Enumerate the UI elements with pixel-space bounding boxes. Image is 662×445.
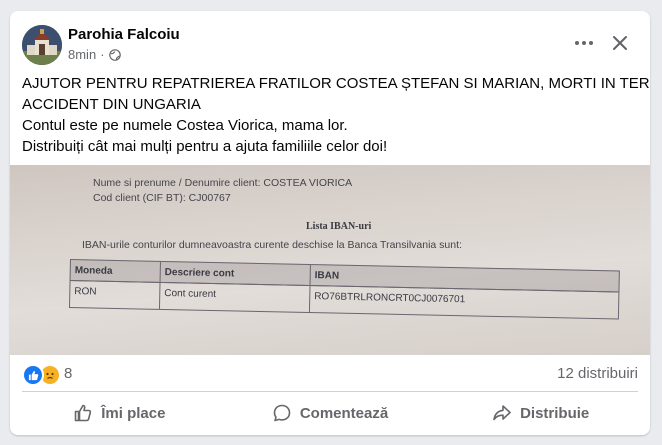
like-icon xyxy=(22,364,44,386)
client-code: Cod client (CIF BT): CJ00767 xyxy=(93,192,231,204)
post-time[interactable]: 8min xyxy=(68,47,96,62)
post-meta: 8min · xyxy=(68,47,121,62)
table-header-cell: Moneda xyxy=(70,260,161,282)
share-label: Distribuie xyxy=(520,404,590,422)
table-cell: RON xyxy=(69,281,161,309)
post-text: AJUTOR PENTRU REPATRIEREA FRATILOR COSTE… xyxy=(22,73,650,157)
iban-table: Moneda Descriere cont IBAN RON Cont cure… xyxy=(68,259,620,327)
iban-list-title: Lista IBAN-uri xyxy=(306,221,372,232)
post-text-line: ACCIDENT DIN UNGARIA xyxy=(22,96,201,113)
more-dots-icon xyxy=(575,41,593,45)
post-header: Parohia Falcoiu 8min · xyxy=(10,11,650,69)
post-text-line: AJUTOR PENTRU REPATRIEREA FRATILOR COSTE… xyxy=(22,75,650,92)
client-name: Nume si prenume / Denumire client: COSTE… xyxy=(93,177,353,189)
post-text-line: Contul este pe numele Costea Viorica, ma… xyxy=(22,117,348,134)
more-options-button[interactable] xyxy=(566,31,602,55)
page-name[interactable]: Parohia Falcoiu xyxy=(68,26,180,43)
comment-button[interactable]: Comentează xyxy=(225,395,436,431)
action-bar: Îmi place Comentează Distribuie xyxy=(14,395,646,431)
reactions-summary[interactable] xyxy=(22,364,61,386)
table-cell: Cont curent xyxy=(159,282,311,313)
post-card: Parohia Falcoiu 8min · AJUTOR PENTRU REP… xyxy=(10,11,650,435)
thumb-up-glyph xyxy=(28,370,38,380)
iban-intro: IBAN-urile conturilor dumneavoastra cure… xyxy=(82,239,462,251)
church-icon xyxy=(22,25,62,65)
page-avatar[interactable] xyxy=(22,25,62,65)
post-text-line: Distribuiți cât mai mulți pentru a ajuta… xyxy=(22,138,388,155)
like-label: Îmi place xyxy=(101,404,166,422)
bank-document: Nume si prenume / Denumire client: COSTE… xyxy=(10,165,650,355)
close-icon xyxy=(613,36,627,50)
globe-icon xyxy=(108,48,121,61)
comment-label: Comentează xyxy=(299,404,389,422)
like-button[interactable]: Îmi place xyxy=(14,395,225,431)
thumb-up-icon xyxy=(74,404,92,422)
share-arrow-icon xyxy=(493,405,511,421)
close-button[interactable] xyxy=(605,30,635,56)
post-stats: 8 12 distribuiri xyxy=(10,355,650,391)
reaction-count[interactable]: 8 xyxy=(64,365,72,382)
share-count[interactable]: 12 distribuiri xyxy=(557,365,638,382)
sad-face-glyph xyxy=(46,372,54,379)
comment-icon xyxy=(273,404,291,422)
divider xyxy=(22,391,638,392)
table-cell: RO76BTRLRONCRT0CJ0076701 xyxy=(314,291,466,306)
share-button[interactable]: Distribuie xyxy=(435,395,646,431)
post-photo[interactable]: Nume si prenume / Denumire client: COSTE… xyxy=(10,165,650,355)
